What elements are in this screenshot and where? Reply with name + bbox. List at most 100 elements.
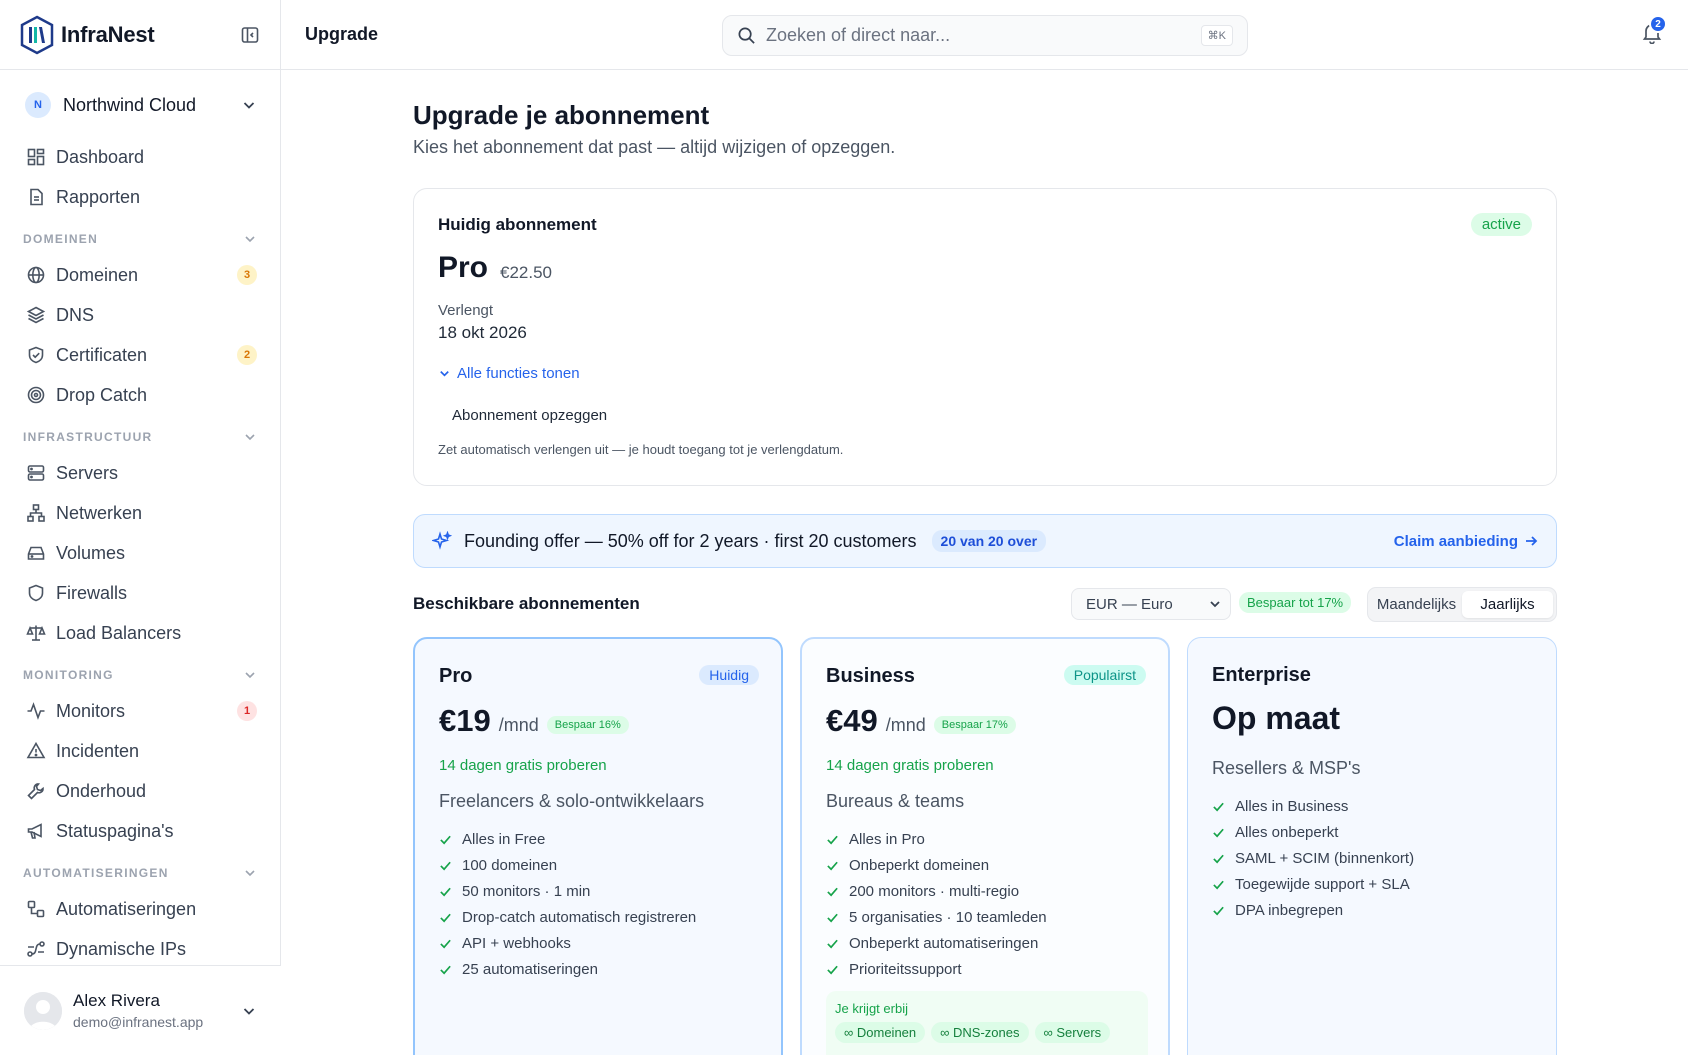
sidebar-item-dashboard[interactable]: Dashboard bbox=[0, 137, 281, 177]
chevron-down-icon bbox=[243, 1007, 255, 1015]
currency-select[interactable]: EUR — Euro bbox=[1071, 588, 1231, 620]
feature-item: Alles in Business bbox=[1212, 793, 1414, 819]
org-name: Northwind Cloud bbox=[63, 94, 197, 115]
sidebar-item-firewalls[interactable]: Firewalls bbox=[0, 573, 281, 613]
feature-list: Alles in Free 100 domeinen 50 monitors ·… bbox=[439, 826, 696, 982]
nav-section-automatiseringen[interactable]: AUTOMATISERINGEN bbox=[0, 851, 281, 889]
show-features-label: Alle functies tonen bbox=[457, 365, 580, 382]
current-plan-card: Huidig abonnement active Pro €22.50 Verl… bbox=[413, 188, 1557, 486]
sidebar-item-onderhoud[interactable]: Onderhoud bbox=[0, 771, 281, 811]
plan-audience: Freelancers & solo-ontwikkelaars bbox=[439, 791, 705, 811]
feature-item: Onbeperkt automatiseringen bbox=[826, 930, 1047, 956]
nav-section-title: MONITORING bbox=[23, 668, 114, 682]
feature-item: Onbeperkt domeinen bbox=[826, 852, 1047, 878]
user-info: Alex Rivera demo@infranest.app bbox=[73, 991, 203, 1030]
feature-item: DPA inbegrepen bbox=[1212, 897, 1414, 923]
shield-check-icon bbox=[28, 346, 44, 364]
plan-card-enterprise[interactable]: Enterprise Op maat Resellers & MSP's All… bbox=[1187, 637, 1557, 1055]
feature-label: 50 monitors · 1 min bbox=[462, 882, 591, 900]
cancel-subscription-button[interactable]: Abonnement opzeggen bbox=[452, 407, 607, 424]
target-icon bbox=[27, 386, 45, 404]
sidebar-item-label: Statuspagina's bbox=[56, 820, 174, 841]
sidebar-item-monitors[interactable]: Monitors 1 bbox=[0, 691, 281, 731]
scale-icon bbox=[26, 625, 46, 641]
plan-card-business[interactable]: Business Populairst €49 /mnd Bespaar 17%… bbox=[800, 637, 1170, 1055]
feature-label: 100 domeinen bbox=[462, 856, 558, 874]
sidebar-item-rapporten[interactable]: Rapporten bbox=[0, 177, 281, 217]
plan-name: Enterprise bbox=[1212, 664, 1311, 686]
sidebar-item-statuspaginas[interactable]: Statuspagina's bbox=[0, 811, 281, 851]
sidebar-collapse-icon[interactable] bbox=[238, 23, 262, 47]
extra-chip: ∞ Servers bbox=[1034, 1022, 1111, 1043]
feature-label: Toegewijde support + SLA bbox=[1235, 875, 1410, 893]
feature-label: SAML + SCIM (binnenkort) bbox=[1235, 849, 1415, 867]
page-title: Upgrade je abonnement bbox=[413, 100, 710, 130]
sidebar-item-drop-catch[interactable]: Drop Catch bbox=[0, 375, 281, 415]
check-icon bbox=[827, 913, 838, 922]
show-features-link[interactable]: Alle functies tonen bbox=[438, 365, 580, 382]
shield-icon bbox=[28, 584, 44, 602]
chevron-down-icon bbox=[245, 870, 255, 877]
plan-audience: Resellers & MSP's bbox=[1212, 758, 1361, 778]
dashboard-icon bbox=[27, 148, 45, 166]
feature-list: Alles in Business Alles onbeperkt SAML +… bbox=[1212, 793, 1414, 923]
plan-price: €49 /mnd Bespaar 17% bbox=[826, 703, 1016, 739]
feature-label: DPA inbegrepen bbox=[1235, 901, 1344, 919]
feature-item: 200 monitors · multi-regio bbox=[826, 878, 1047, 904]
sidebar-item-automatiseringen[interactable]: Automatiseringen bbox=[0, 889, 281, 929]
feature-label: Alles onbeperkt bbox=[1235, 823, 1339, 841]
extras-box: Je krijgt erbij ∞ Domeinen ∞ DNS-zones ∞… bbox=[826, 991, 1148, 1055]
plan-card-pro[interactable]: Pro Huidig €19 /mnd Bespaar 16% 14 dagen… bbox=[413, 637, 783, 1055]
plan-price: €19 /mnd Bespaar 16% bbox=[439, 703, 629, 739]
sidebar-item-servers[interactable]: Servers bbox=[0, 453, 281, 493]
sidebar-item-label: Monitors bbox=[56, 700, 126, 721]
check-icon bbox=[440, 965, 451, 974]
sidebar-item-label: Automatiseringen bbox=[56, 898, 197, 919]
sidebar-item-volumes[interactable]: Volumes bbox=[0, 533, 281, 573]
nav-section-domeinen[interactable]: DOMEINEN bbox=[0, 217, 281, 255]
search-input[interactable]: Zoeken of direct naar... ⌘K bbox=[722, 15, 1248, 56]
app-name: InfraNest bbox=[61, 21, 155, 47]
check-icon bbox=[827, 887, 838, 896]
offer-remaining-badge: 20 van 20 over bbox=[931, 530, 1047, 552]
sidebar-item-certificaten[interactable]: Certificaten 2 bbox=[0, 335, 281, 375]
plan-name: Pro bbox=[439, 665, 473, 687]
check-icon bbox=[1213, 802, 1224, 811]
toggle-yearly[interactable]: Jaarlijks bbox=[1462, 591, 1553, 618]
feature-item: 100 domeinen bbox=[439, 852, 696, 878]
workflow-icon bbox=[27, 900, 45, 918]
network-icon bbox=[27, 504, 45, 522]
toggle-monthly[interactable]: Maandelijks bbox=[1371, 591, 1462, 618]
sidebar-item-dns[interactable]: DNS bbox=[0, 295, 281, 335]
nav-section-infrastructuur[interactable]: INFRASTRUCTUUR bbox=[0, 415, 281, 453]
user-menu[interactable]: Alex Rivera demo@infranest.app bbox=[0, 965, 281, 1055]
current-plan-price: €22.50 bbox=[500, 263, 552, 282]
user-name: Alex Rivera bbox=[73, 991, 160, 1010]
feature-label: Alles in Pro bbox=[849, 830, 925, 848]
plans-heading: Beschikbare abonnementen bbox=[413, 594, 640, 613]
sidebar-item-incidenten[interactable]: Incidenten bbox=[0, 731, 281, 771]
sidebar-item-label: Rapporten bbox=[56, 186, 141, 207]
check-icon bbox=[440, 861, 451, 870]
nav-section-title: DOMEINEN bbox=[23, 232, 99, 246]
sidebar-nav: Dashboard Rapporten DOMEINEN Domeinen 3 … bbox=[0, 137, 281, 969]
org-switcher[interactable]: N Northwind Cloud bbox=[25, 88, 257, 122]
renew-label: Verlengt bbox=[438, 302, 494, 319]
nav-section-monitoring[interactable]: MONITORING bbox=[0, 653, 281, 691]
check-icon bbox=[440, 913, 451, 922]
sidebar-item-label: Load Balancers bbox=[56, 622, 182, 643]
check-icon bbox=[440, 835, 451, 844]
feature-label: Onbeperkt automatiseringen bbox=[849, 934, 1039, 952]
sidebar-item-netwerken[interactable]: Netwerken bbox=[0, 493, 281, 533]
price-amount: €19 bbox=[439, 703, 491, 738]
sidebar-item-load-balancers[interactable]: Load Balancers bbox=[0, 613, 281, 653]
trial-text: 14 dagen gratis proberen bbox=[826, 757, 994, 774]
check-icon bbox=[440, 887, 451, 896]
sidebar-item-dynamische-ips[interactable]: Dynamische IPs bbox=[0, 929, 281, 969]
plan-price: Op maat bbox=[1212, 700, 1341, 736]
user-email: demo@infranest.app bbox=[73, 1014, 204, 1030]
feature-item: 25 automatiseringen bbox=[439, 956, 696, 982]
sidebar-item-domeinen[interactable]: Domeinen 3 bbox=[0, 255, 281, 295]
wrench-icon bbox=[27, 783, 44, 800]
claim-offer-link[interactable]: Claim aanbieding bbox=[1394, 533, 1538, 550]
